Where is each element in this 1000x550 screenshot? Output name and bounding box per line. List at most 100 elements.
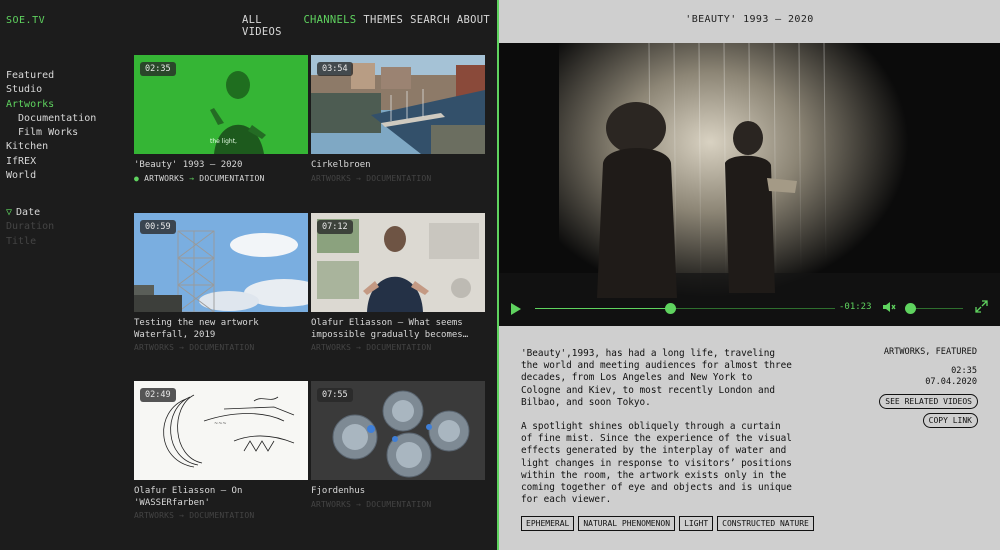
duration-badge: 02:49 [140,388,176,402]
channel-world[interactable]: World [6,169,96,183]
arrow-right-icon: → [356,499,362,509]
fullscreen-icon[interactable] [975,300,988,313]
arrow-right-icon: → [189,173,195,183]
detail-pane: 'BEAUTY' 1993 – 2020 -01:23 'Beauty',199… [499,0,1000,550]
thumbnail-caption: the light, [210,138,237,145]
duration-badge: 07:12 [317,220,353,234]
sort-options: ▽ Date Duration Title [6,206,54,249]
nav-about[interactable]: ABOUT [457,14,490,38]
video-card[interactable]: 07:12 Olafur Eliasson – What seems impos… [311,213,485,352]
channel-artworks[interactable]: Artworks [6,98,96,112]
playing-dot-icon: ● [134,173,140,183]
nav-channels[interactable]: CHANNELS [303,14,356,38]
video-thumbnail[interactable]: 03:54 [311,55,485,154]
channel-kitchen[interactable]: Kitchen [6,140,96,154]
top-nav: ALL VIDEOS CHANNELS THEMES SEARCH ABOUT [242,14,497,38]
tag-channel[interactable]: ARTWORKS [134,343,174,352]
tag-channel[interactable]: ARTWORKS [311,343,351,352]
progress-bar[interactable] [535,303,835,314]
video-card[interactable]: 00:59 Testing the new artwork Waterfall,… [134,213,308,352]
see-related-videos-button[interactable]: SEE RELATED VIDEOS [879,394,978,409]
video-card[interactable]: the light, 02:35 'Beauty' 1993 – 2020 ● … [134,55,308,183]
nav-search[interactable]: SEARCH [410,14,450,38]
volume-slider[interactable] [904,303,963,314]
channel-featured[interactable]: Featured [6,69,96,83]
video-tags: ARTWORKS → DOCUMENTATION [134,343,308,352]
progress-fill [535,308,670,309]
arrow-right-icon: → [179,343,185,352]
video-title[interactable]: Olafur Eliasson – On 'WASSERfarben' [134,486,308,509]
video-description: 'Beauty',1993, has had a long life, trav… [521,348,796,506]
sort-date[interactable]: ▽ Date [6,206,54,220]
video-date: 07.04.2020 [925,377,977,387]
nav-all-videos[interactable]: ALL VIDEOS [242,14,296,38]
time-remaining: -01:23 [839,302,872,312]
video-card[interactable]: 07:55 Fjordenhus ARTWORKS → DOCUMENTATIO… [311,381,485,509]
tag-subchannel[interactable]: DOCUMENTATION [366,343,431,352]
tag-subchannel[interactable]: DOCUMENTATION [189,343,254,352]
video-thumbnail[interactable]: 07:55 [311,381,485,480]
video-tags: ARTWORKS → DOCUMENTATION [311,343,485,352]
duration-badge: 00:59 [140,220,176,234]
arrow-right-icon: → [356,343,362,352]
video-thumbnail[interactable]: 07:12 [311,213,485,312]
mute-icon[interactable] [882,301,896,313]
video-thumbnail[interactable]: the light, 02:35 [134,55,308,154]
tag-subchannel[interactable]: DOCUMENTATION [366,174,431,183]
video-tags: ARTWORKS → DOCUMENTATION [311,500,485,509]
theme-tag[interactable]: NATURAL PHENOMENON [578,516,676,531]
player-controls: -01:23 [499,299,1000,323]
channel-list: Featured Studio Artworks Documentation F… [6,69,96,183]
video-tags: ARTWORKS → DOCUMENTATION [134,511,308,520]
video-tags: ARTWORKS → DOCUMENTATION [311,174,485,183]
video-title[interactable]: Cirkelbroen [311,160,485,172]
sort-date-label: Date [16,207,41,218]
sort-title[interactable]: Title [6,235,54,249]
channel-film-works[interactable]: Film Works [6,126,96,140]
theme-tag[interactable]: LIGHT [679,516,714,531]
sketch-mark: ~~~ [214,421,227,427]
browse-pane: SOE.TV ALL VIDEOS CHANNELS THEMES SEARCH… [0,0,497,550]
tag-channel[interactable]: ARTWORKS [134,511,174,520]
tag-channel[interactable]: ARTWORKS [144,174,184,183]
volume-handle[interactable] [904,303,916,314]
video-title[interactable]: Olafur Eliasson – What seems impossible … [311,318,485,341]
video-title[interactable]: Testing the new artwork Waterfall, 2019 [134,318,308,341]
arrow-right-icon: → [356,173,362,183]
progress-handle[interactable] [665,303,676,314]
play-icon[interactable] [511,303,521,315]
sort-triangle-icon: ▽ [6,207,13,218]
description-paragraph: 'Beauty',1993, has had a long life, trav… [521,348,792,408]
video-thumbnail[interactable]: ~~~ 02:49 [134,381,308,480]
nav-themes[interactable]: THEMES [363,14,403,38]
video-frame [499,43,1000,326]
tag-channel[interactable]: ARTWORKS [311,500,351,509]
video-tags: ● ARTWORKS → DOCUMENTATION [134,174,308,183]
video-thumbnail[interactable]: 00:59 [134,213,308,312]
video-title[interactable]: Fjordenhus [311,486,485,498]
sort-duration[interactable]: Duration [6,220,54,234]
video-title[interactable]: 'Beauty' 1993 – 2020 [134,160,308,172]
video-player[interactable]: -01:23 [499,43,1000,326]
tag-subchannel[interactable]: DOCUMENTATION [189,511,254,520]
theme-tags: EPHEMERAL NATURAL PHENOMENON LIGHT CONST… [521,516,818,531]
video-channels[interactable]: ARTWORKS, FEATURED [884,347,977,359]
video-duration: 02:35 [951,365,977,376]
tag-subchannel[interactable]: DOCUMENTATION [199,174,264,183]
video-card[interactable]: ~~~ 02:49 Olafur Eliasson – On 'WASSERfa… [134,381,308,520]
player-title: 'BEAUTY' 1993 – 2020 [685,14,814,25]
video-meta: ARTWORKS, FEATURED 02:35 07.04.2020 [884,347,977,389]
site-logo[interactable]: SOE.TV [6,15,45,26]
copy-link-button[interactable]: COPY LINK [922,413,978,428]
arrow-right-icon: → [179,511,185,520]
theme-tag[interactable]: CONSTRUCTED NATURE [717,516,814,531]
channel-ifrex[interactable]: IfREX [6,155,96,169]
theme-tag[interactable]: EPHEMERAL [521,516,575,531]
channel-documentation[interactable]: Documentation [6,112,96,126]
video-card[interactable]: 03:54 Cirkelbroen ARTWORKS → DOCUMENTATI… [311,55,485,183]
duration-badge: 02:35 [140,62,176,76]
tag-subchannel[interactable]: DOCUMENTATION [366,500,431,509]
channel-studio[interactable]: Studio [6,83,96,97]
tag-channel[interactable]: ARTWORKS [311,174,351,183]
duration-badge: 03:54 [317,62,353,76]
